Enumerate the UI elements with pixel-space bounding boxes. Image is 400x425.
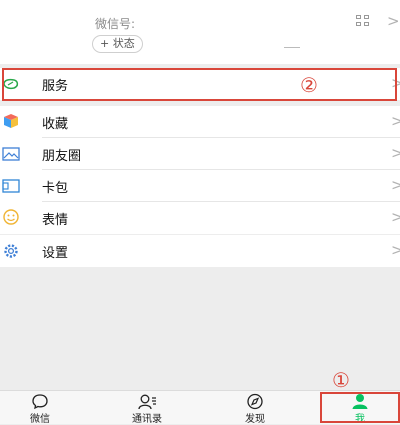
menu-item-cards[interactable]: 卡包 >	[0, 170, 400, 202]
menu-item-settings[interactable]: 设置 >	[0, 235, 400, 267]
favorites-icon	[4, 114, 18, 128]
moments-icon	[2, 147, 20, 161]
chevron-icon: >	[391, 176, 400, 194]
tab-chats[interactable]: 微信	[0, 391, 80, 425]
menu-item-label: 表情	[42, 213, 69, 228]
divider	[284, 47, 300, 48]
qr-code-icon[interactable]	[356, 15, 370, 27]
annotation-highlight-me-tab	[320, 392, 400, 423]
menu-item-label: 收藏	[42, 117, 69, 132]
wechat-id-label: 微信号:	[95, 17, 136, 31]
chevron-icon: >	[391, 144, 400, 162]
menu-item-label: 卡包	[42, 181, 69, 196]
menu-item-stickers[interactable]: 表情 >	[0, 202, 400, 234]
status-button[interactable]: + 状态	[92, 35, 143, 53]
settings-gear-icon	[4, 244, 18, 258]
cards-icon	[2, 179, 20, 193]
chevron-icon: >	[391, 241, 400, 259]
menu-item-label: 朋友圈	[42, 149, 82, 164]
profile-header[interactable]	[0, 0, 400, 64]
tab-contacts[interactable]: 通讯录	[107, 391, 187, 425]
contacts-icon	[138, 394, 156, 410]
annotation-step-1: ①	[332, 368, 350, 392]
annotation-highlight-services	[2, 68, 397, 101]
menu-item-label: 设置	[42, 246, 69, 261]
chat-bubble-icon	[32, 394, 48, 410]
annotation-step-2: ②	[300, 73, 318, 97]
profile-chevron: >	[387, 12, 400, 30]
tab-discover[interactable]: 发现	[215, 391, 295, 425]
menu-item-moments[interactable]: 朋友圈 >	[0, 138, 400, 170]
menu-item-favorites[interactable]: 收藏 >	[0, 106, 400, 138]
stickers-icon	[3, 209, 19, 225]
compass-icon	[247, 393, 263, 410]
chevron-icon: >	[391, 208, 400, 226]
chevron-icon: >	[391, 112, 400, 130]
